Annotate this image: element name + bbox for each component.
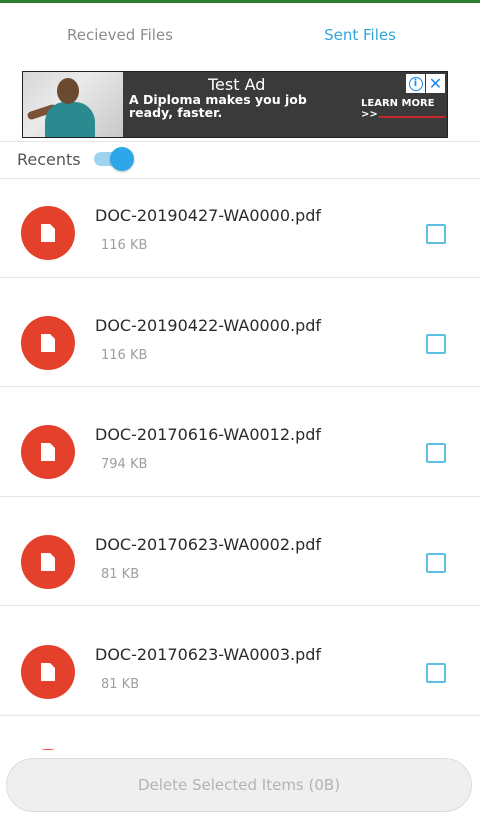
footer: Delete Selected Items (0B): [0, 750, 480, 825]
ad-cta-underline: [379, 116, 445, 118]
tab-received-files[interactable]: Recieved Files: [0, 3, 240, 67]
file-size: 81 KB: [101, 677, 140, 692]
file-size: 116 KB: [101, 238, 148, 253]
info-icon: i: [408, 76, 423, 91]
ad-banner[interactable]: Test Ad A Diploma makes you job ready, f…: [22, 71, 448, 138]
file-checkbox[interactable]: [426, 663, 446, 683]
file-checkbox[interactable]: [426, 224, 446, 244]
file-checkbox[interactable]: [426, 443, 446, 463]
ad-info-button[interactable]: i: [406, 74, 425, 93]
list-item[interactable]: DOC-20190427-WA0000.pdf 116 KB: [0, 179, 480, 288]
file-checkbox[interactable]: [426, 334, 446, 354]
file-icon: [21, 645, 75, 699]
ad-close-button[interactable]: ✕: [426, 74, 445, 93]
file-icon: [21, 316, 75, 370]
list-item[interactable]: DOC-20170616-WA0012.pdf 794 KB: [0, 398, 480, 507]
toggle-knob: [110, 147, 134, 171]
file-checkbox[interactable]: [426, 553, 446, 573]
file-size: 794 KB: [101, 457, 148, 472]
divider: [0, 386, 480, 387]
list-item[interactable]: DOC-20170623-WA0002.pdf 81 KB: [0, 508, 480, 617]
file-icon: [21, 425, 75, 479]
delete-selected-button[interactable]: Delete Selected Items (0B): [6, 758, 472, 812]
file-name: DOC-20170623-WA0002.pdf: [95, 535, 322, 554]
divider: [0, 715, 480, 716]
divider: [0, 277, 480, 278]
file-name: DOC-20190427-WA0000.pdf: [95, 206, 322, 225]
ad-text: A Diploma makes you job ready, faster.: [129, 92, 307, 120]
recents-label: Recents: [17, 150, 81, 169]
file-icon: [21, 535, 75, 589]
ad-image: [23, 72, 123, 137]
divider: [0, 605, 480, 606]
divider: [0, 496, 480, 497]
file-name: DOC-20170623-WA0003.pdf: [95, 645, 322, 664]
file-icon: [21, 206, 75, 260]
list-item[interactable]: DOC-20170623-WA0003.pdf 81 KB: [0, 618, 480, 727]
tab-sent-files[interactable]: Sent Files: [240, 3, 480, 67]
file-size: 81 KB: [101, 567, 140, 582]
file-size: 116 KB: [101, 348, 148, 363]
recents-toggle[interactable]: [94, 147, 136, 171]
file-name: DOC-20190422-WA0000.pdf: [95, 316, 322, 335]
divider: [0, 141, 480, 142]
file-name: DOC-20170616-WA0012.pdf: [95, 425, 322, 444]
tab-bar: Recieved Files Sent Files: [0, 3, 480, 67]
list-item[interactable]: DOC-20190422-WA0000.pdf 116 KB: [0, 289, 480, 398]
